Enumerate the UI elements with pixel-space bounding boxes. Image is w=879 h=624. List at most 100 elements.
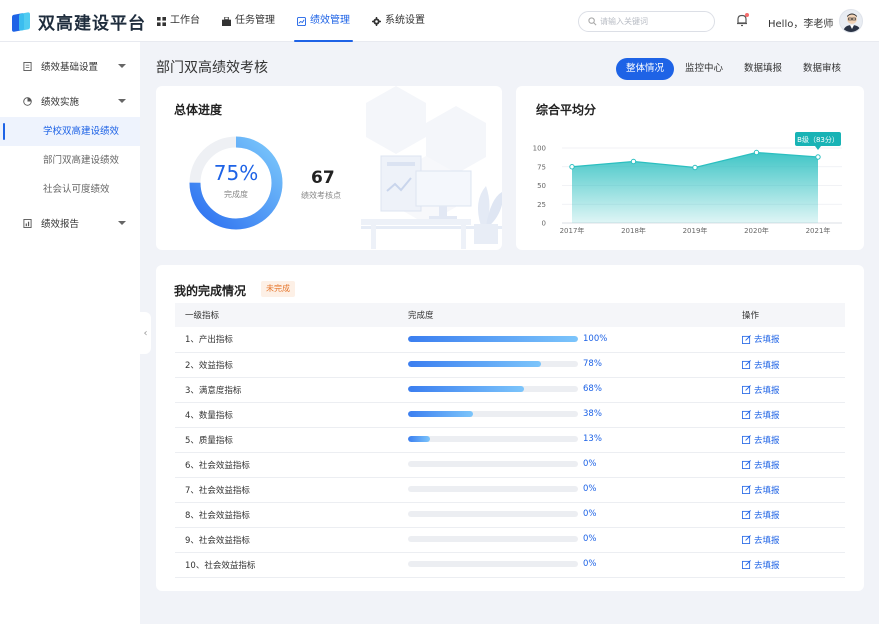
completion-cell: 0% xyxy=(398,552,732,578)
fill-report-link[interactable]: 去填报 xyxy=(742,384,845,396)
table-header-row: 一级指标 完成度 操作 xyxy=(175,303,845,327)
gear-icon xyxy=(372,16,381,26)
notification-button[interactable] xyxy=(735,13,749,27)
table-row: 9、社会效益指标 0% 去填报 xyxy=(175,527,845,553)
progress-percent-text: 13% xyxy=(583,434,602,445)
chart-box-icon xyxy=(297,16,306,26)
logo[interactable]: 双高建设平台 xyxy=(10,9,146,34)
sidebar-item-social-recognition[interactable]: 社会认可度绩效 xyxy=(0,175,140,204)
action-label: 去填报 xyxy=(754,410,780,421)
action-label: 去填报 xyxy=(754,335,780,346)
chevron-left-icon: ‹ xyxy=(143,327,148,339)
edit-icon xyxy=(742,460,751,469)
nav-item-workbench[interactable]: 工作台 xyxy=(146,0,211,42)
tab-overview[interactable]: 整体情况 xyxy=(616,58,675,80)
progress-bar xyxy=(408,536,578,543)
nav-item-performance[interactable]: 绩效管理 xyxy=(286,0,361,42)
nav-item-tasks[interactable]: 任务管理 xyxy=(211,0,286,42)
fill-report-link[interactable]: 去填报 xyxy=(742,509,845,521)
sidebar-item-label: 绩效实施 xyxy=(41,97,80,108)
completion-cell: 78% xyxy=(398,352,732,378)
edit-icon xyxy=(742,360,751,369)
edit-icon xyxy=(742,410,751,419)
progress-percent-label: 完成度 xyxy=(224,190,248,199)
report-icon xyxy=(23,218,32,228)
progress-percent-text: 38% xyxy=(583,409,602,420)
nav-item-settings[interactable]: 系统设置 xyxy=(361,0,436,42)
nav-label: 系统设置 xyxy=(385,15,425,26)
progress-bar-fill xyxy=(408,411,473,418)
chevron-down-icon xyxy=(118,99,126,103)
chevron-down-icon xyxy=(118,64,126,68)
search-input[interactable] xyxy=(600,17,710,26)
search-box[interactable] xyxy=(578,11,715,32)
y-tick-label: 0 xyxy=(542,220,546,228)
fill-report-link[interactable]: 去填报 xyxy=(742,434,845,446)
fill-report-link[interactable]: 去填报 xyxy=(742,409,845,421)
completion-cell: 38% xyxy=(398,402,732,428)
indicator-name: 10、社会效益指标 xyxy=(175,552,398,578)
action-label: 去填报 xyxy=(754,360,780,371)
action-label: 去填报 xyxy=(754,385,780,396)
status-badge: 未完成 xyxy=(261,281,295,297)
user-greeting[interactable]: Hello，李老师 xyxy=(768,15,833,30)
action-cell: 去填报 xyxy=(732,527,845,553)
y-tick-label: 75 xyxy=(537,163,546,171)
page-title: 部门双高绩效考核 xyxy=(156,60,268,76)
tab-monitor[interactable]: 监控中心 xyxy=(675,58,733,80)
completion-cell: 13% xyxy=(398,427,732,453)
sidebar-item-department-performance[interactable]: 部门双高建设绩效 xyxy=(0,146,140,175)
nav-label: 工作台 xyxy=(170,15,200,26)
user-avatar-icon xyxy=(843,13,861,32)
progress-bar xyxy=(408,436,578,443)
data-point[interactable] xyxy=(630,158,637,165)
progress-percent-text: 100% xyxy=(583,334,608,344)
tab-data-review[interactable]: 数据审核 xyxy=(793,58,851,80)
table-row: 1、产出指标 100% 去填报 xyxy=(175,327,845,353)
data-point[interactable] xyxy=(569,164,575,170)
fill-report-link[interactable]: 去填报 xyxy=(742,459,845,471)
app-title: 双高建设平台 xyxy=(38,14,146,34)
sidebar: 绩效基础设置 绩效实施 学校双高建设绩效 部门双高建设绩效 社会认可度绩效 绩效… xyxy=(0,42,140,624)
edit-icon xyxy=(742,435,751,444)
table-row: 7、社会效益指标 0% 去填报 xyxy=(175,477,845,503)
fill-report-link[interactable]: 去填报 xyxy=(742,484,845,496)
progress-percent-text: 0% xyxy=(583,559,597,570)
indicator-name: 8、社会效益指标 xyxy=(175,502,398,528)
progress-bar-fill xyxy=(408,336,578,342)
sidebar-item-basic-settings[interactable]: 绩效基础设置 xyxy=(0,50,140,82)
data-point[interactable] xyxy=(692,164,698,171)
sidebar-item-report[interactable]: 绩效报告 xyxy=(0,207,140,239)
action-cell: 去填报 xyxy=(732,452,845,478)
sidebar-item-school-performance[interactable]: 学校双高建设绩效 xyxy=(0,117,140,146)
fill-report-link[interactable]: 去填报 xyxy=(742,333,845,345)
tab-data-entry[interactable]: 数据填报 xyxy=(734,58,792,80)
data-point[interactable] xyxy=(753,149,760,156)
top-bar: 双高建设平台 工作台 任务管理 绩效管理 系统设置 Hello，李老师 xyxy=(0,0,879,42)
progress-bar xyxy=(408,361,578,368)
fill-report-link[interactable]: 去填报 xyxy=(742,559,845,571)
data-point[interactable] xyxy=(815,154,821,160)
desk-illustration xyxy=(361,155,502,249)
x-tick-label: 2020年 xyxy=(744,226,769,235)
progress-card: 总体进度 75% 完成度 67 绩效考核点 xyxy=(156,86,502,250)
action-cell: 去填报 xyxy=(732,427,845,453)
progress-percent-text: 0% xyxy=(583,459,597,470)
fill-report-link[interactable]: 去填报 xyxy=(742,534,845,546)
header-action: 操作 xyxy=(732,303,845,327)
completion-cell: 100% xyxy=(398,327,732,353)
assessment-points-count: 67 xyxy=(311,168,335,188)
view-tabs: 整体情况 监控中心 数据填报 数据审核 xyxy=(616,58,852,80)
briefcase-icon xyxy=(222,16,231,26)
sidebar-item-implementation[interactable]: 绩效实施 xyxy=(0,85,140,117)
edit-icon xyxy=(742,385,751,394)
avatar[interactable] xyxy=(839,9,863,33)
progress-percent-text: 68% xyxy=(583,384,602,395)
sidebar-collapse-button[interactable]: ‹ xyxy=(140,312,151,354)
progress-bar xyxy=(408,461,578,468)
fill-report-link[interactable]: 去填报 xyxy=(742,359,845,371)
completion-title: 我的完成情况 xyxy=(174,284,247,298)
header-indicator: 一级指标 xyxy=(175,303,398,327)
table-row: 3、满意度指标 68% 去填报 xyxy=(175,377,845,403)
action-label: 去填报 xyxy=(754,510,780,521)
